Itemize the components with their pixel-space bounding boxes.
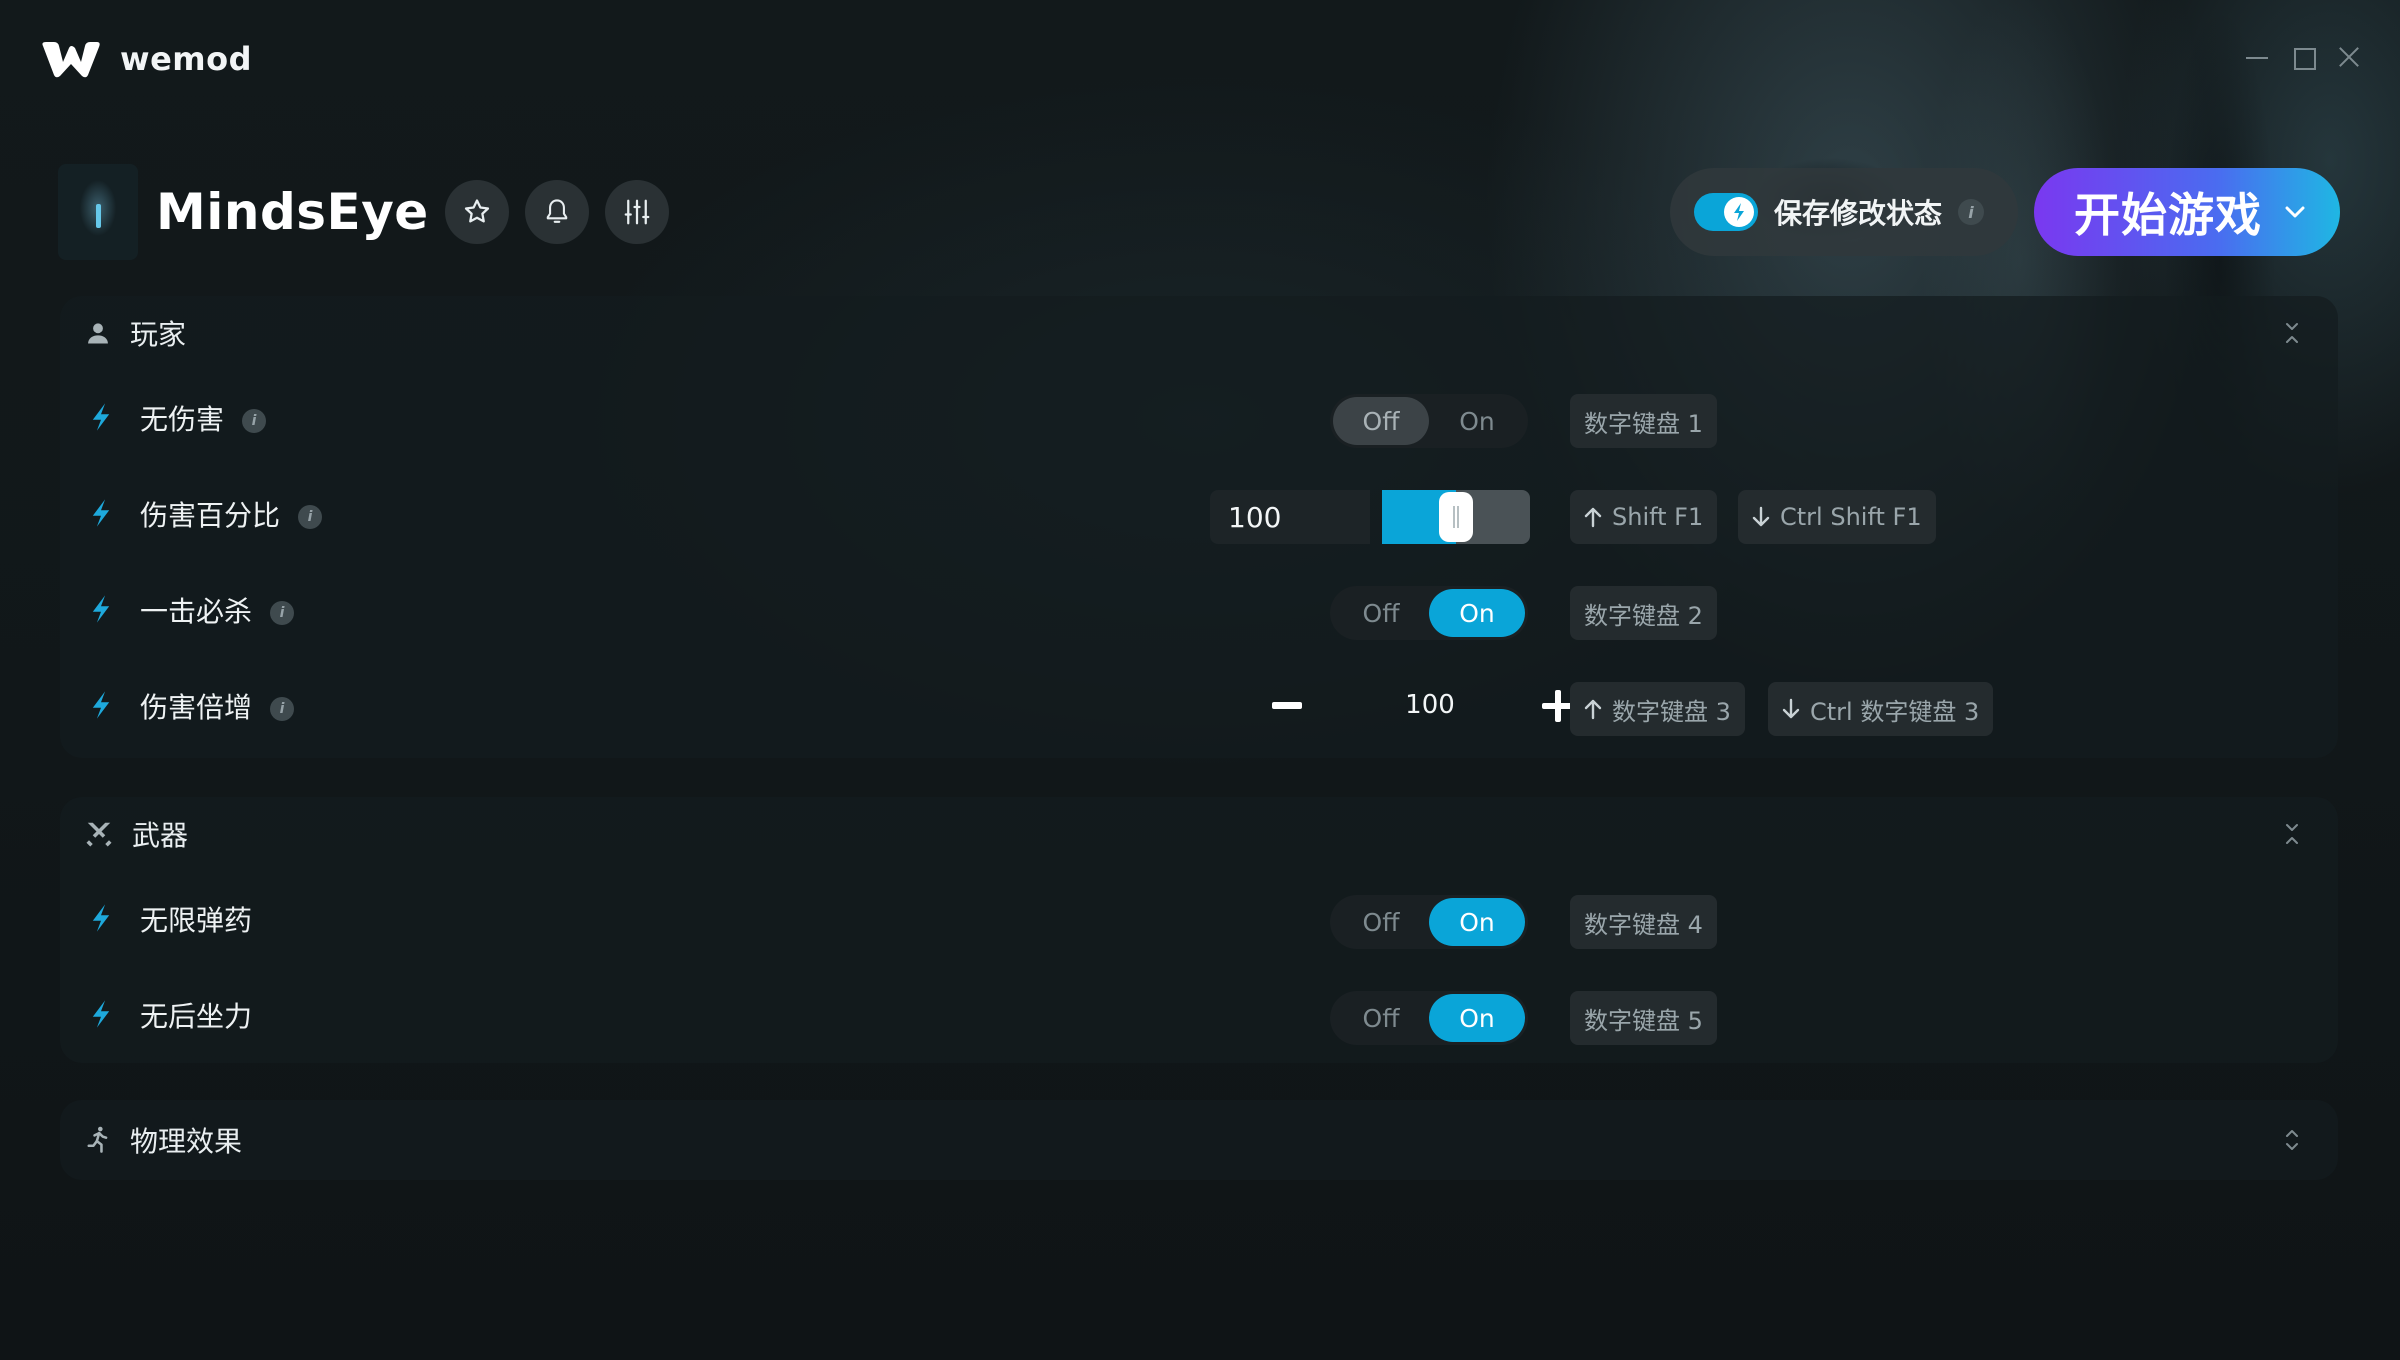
hotkey-button[interactable]: 数字键盘 2 [1570, 586, 1717, 640]
hotkey-button[interactable]: 数字键盘 5 [1570, 991, 1717, 1045]
hotkey-increase[interactable]: 数字键盘 3 [1570, 682, 1745, 736]
minimize-icon[interactable] [2246, 46, 2268, 68]
favorite-button[interactable] [444, 180, 509, 244]
arrow-up-icon [1584, 507, 1602, 528]
window-controls [2246, 46, 2360, 70]
arrow-down-icon [1752, 506, 1770, 527]
lightning-icon [1734, 203, 1744, 221]
wemod-logo-icon [42, 42, 100, 78]
app-brand: wemod [120, 40, 252, 78]
save-mods-switch[interactable] [1694, 193, 1758, 231]
hotkey-increase[interactable]: Shift F1 [1570, 490, 1718, 544]
game-title: MindsEye [156, 183, 429, 241]
section-title: 玩家 [130, 318, 187, 351]
game-cover-image [58, 164, 138, 260]
collapse-icon[interactable] [2282, 320, 2302, 346]
lightning-icon [92, 1000, 110, 1028]
slider-handle[interactable] [1439, 492, 1473, 542]
hotkey-button[interactable]: 数字键盘 4 [1570, 895, 1717, 949]
info-icon[interactable]: i [298, 505, 323, 529]
section-header-weapons[interactable]: 武器 [60, 797, 2338, 871]
lightning-icon [92, 403, 110, 431]
chevron-down-icon[interactable] [2284, 205, 2306, 219]
hotkey-decrease[interactable]: Ctrl 数字键盘 3 [1768, 682, 1994, 736]
stepper-value[interactable]: 100 [1370, 690, 1490, 720]
section-title: 武器 [132, 819, 189, 852]
mod-row-damage-multiplier: 伤害倍增 i 100 数字键盘 3 Ctrl 数字键盘 3 [60, 658, 2338, 754]
toggle-off[interactable]: Off [1333, 994, 1429, 1042]
info-icon[interactable]: i [270, 697, 295, 721]
mod-settings-button[interactable] [604, 180, 669, 244]
mod-toggle[interactable]: Off On [1330, 394, 1528, 448]
arrow-up-icon [1584, 699, 1602, 720]
title-bar: wemod [0, 0, 2400, 120]
toggle-on[interactable]: On [1429, 397, 1525, 445]
star-icon [464, 199, 489, 223]
lightning-icon [92, 691, 110, 719]
save-mods-label: 保存修改状态 [1774, 197, 1943, 230]
mod-row-no-damage: 无伤害 i Off On 数字键盘 1 [60, 370, 2338, 466]
info-icon[interactable]: i [270, 601, 295, 625]
mod-label: 无后坐力 [140, 1000, 253, 1033]
info-icon[interactable]: i [242, 409, 267, 433]
mod-row-no-recoil: 无后坐力 Off On 数字键盘 5 [60, 967, 2338, 1063]
toggle-off[interactable]: Off [1333, 589, 1429, 637]
value-slider[interactable] [1382, 490, 1530, 544]
mod-toggle[interactable]: Off On [1330, 586, 1528, 640]
mod-toggle[interactable]: Off On [1330, 895, 1528, 949]
hotkey-button[interactable]: 数字键盘 1 [1570, 394, 1717, 448]
sliders-icon [624, 199, 650, 225]
toggle-on[interactable]: On [1429, 898, 1525, 946]
section-physics: 物理效果 [60, 1100, 2338, 1180]
play-button[interactable]: 开始游戏 [2034, 168, 2340, 256]
bell-icon [546, 199, 567, 223]
toggle-off[interactable]: Off [1333, 397, 1429, 445]
lightning-icon [92, 499, 110, 527]
section-weapons: 武器 无限弹药 Off On 数字键盘 4 无后坐力 Off On 数字键盘 5 [60, 797, 2338, 1063]
mod-row-damage-percent: 伤害百分比 i 100 Shift F1 Ctrl Shift F1 [60, 466, 2338, 562]
toggle-on[interactable]: On [1429, 994, 1525, 1042]
mod-label: 无限弹药 [140, 904, 253, 937]
mod-row-infinite-ammo: 无限弹药 Off On 数字键盘 4 [60, 871, 2338, 967]
mod-label: 伤害百分比 i [140, 494, 323, 534]
mod-label: 伤害倍增 i [140, 686, 295, 726]
game-header: MindsEye [58, 162, 669, 262]
lightning-icon [92, 904, 110, 932]
lightning-icon [92, 595, 110, 623]
hotkey-decrease[interactable]: Ctrl Shift F1 [1738, 490, 1936, 544]
person-icon [88, 323, 108, 344]
minus-icon[interactable] [1272, 690, 1302, 720]
mod-toggle[interactable]: Off On [1330, 991, 1528, 1045]
section-title: 物理效果 [130, 1125, 243, 1158]
section-player: 玩家 无伤害 i Off On 数字键盘 1 伤害百分比 i 100 Shift F… [60, 296, 2338, 758]
save-mods-toggle[interactable]: 保存修改状态 i [1670, 168, 2018, 256]
crossed-swords-icon [86, 822, 112, 847]
mod-row-one-hit-kill: 一击必杀 i Off On 数字键盘 2 [60, 562, 2338, 658]
info-icon[interactable]: i [1958, 199, 1985, 225]
notifications-button[interactable] [524, 180, 589, 244]
collapse-icon[interactable] [2282, 821, 2302, 847]
arrow-down-icon [1782, 698, 1800, 719]
section-header-player[interactable]: 玩家 [60, 296, 2338, 370]
running-person-icon [87, 1126, 108, 1153]
play-label: 开始游戏 [2074, 188, 2262, 242]
mod-label: 无伤害 i [140, 398, 267, 438]
close-icon[interactable] [2338, 46, 2360, 68]
mod-label: 一击必杀 i [140, 590, 295, 630]
toggle-on[interactable]: On [1429, 589, 1525, 637]
expand-icon[interactable] [2282, 1126, 2302, 1154]
maximize-icon[interactable] [2292, 46, 2316, 70]
value-input[interactable]: 100 [1210, 490, 1370, 544]
toggle-off[interactable]: Off [1333, 898, 1429, 946]
section-header-physics[interactable]: 物理效果 [60, 1100, 2338, 1180]
